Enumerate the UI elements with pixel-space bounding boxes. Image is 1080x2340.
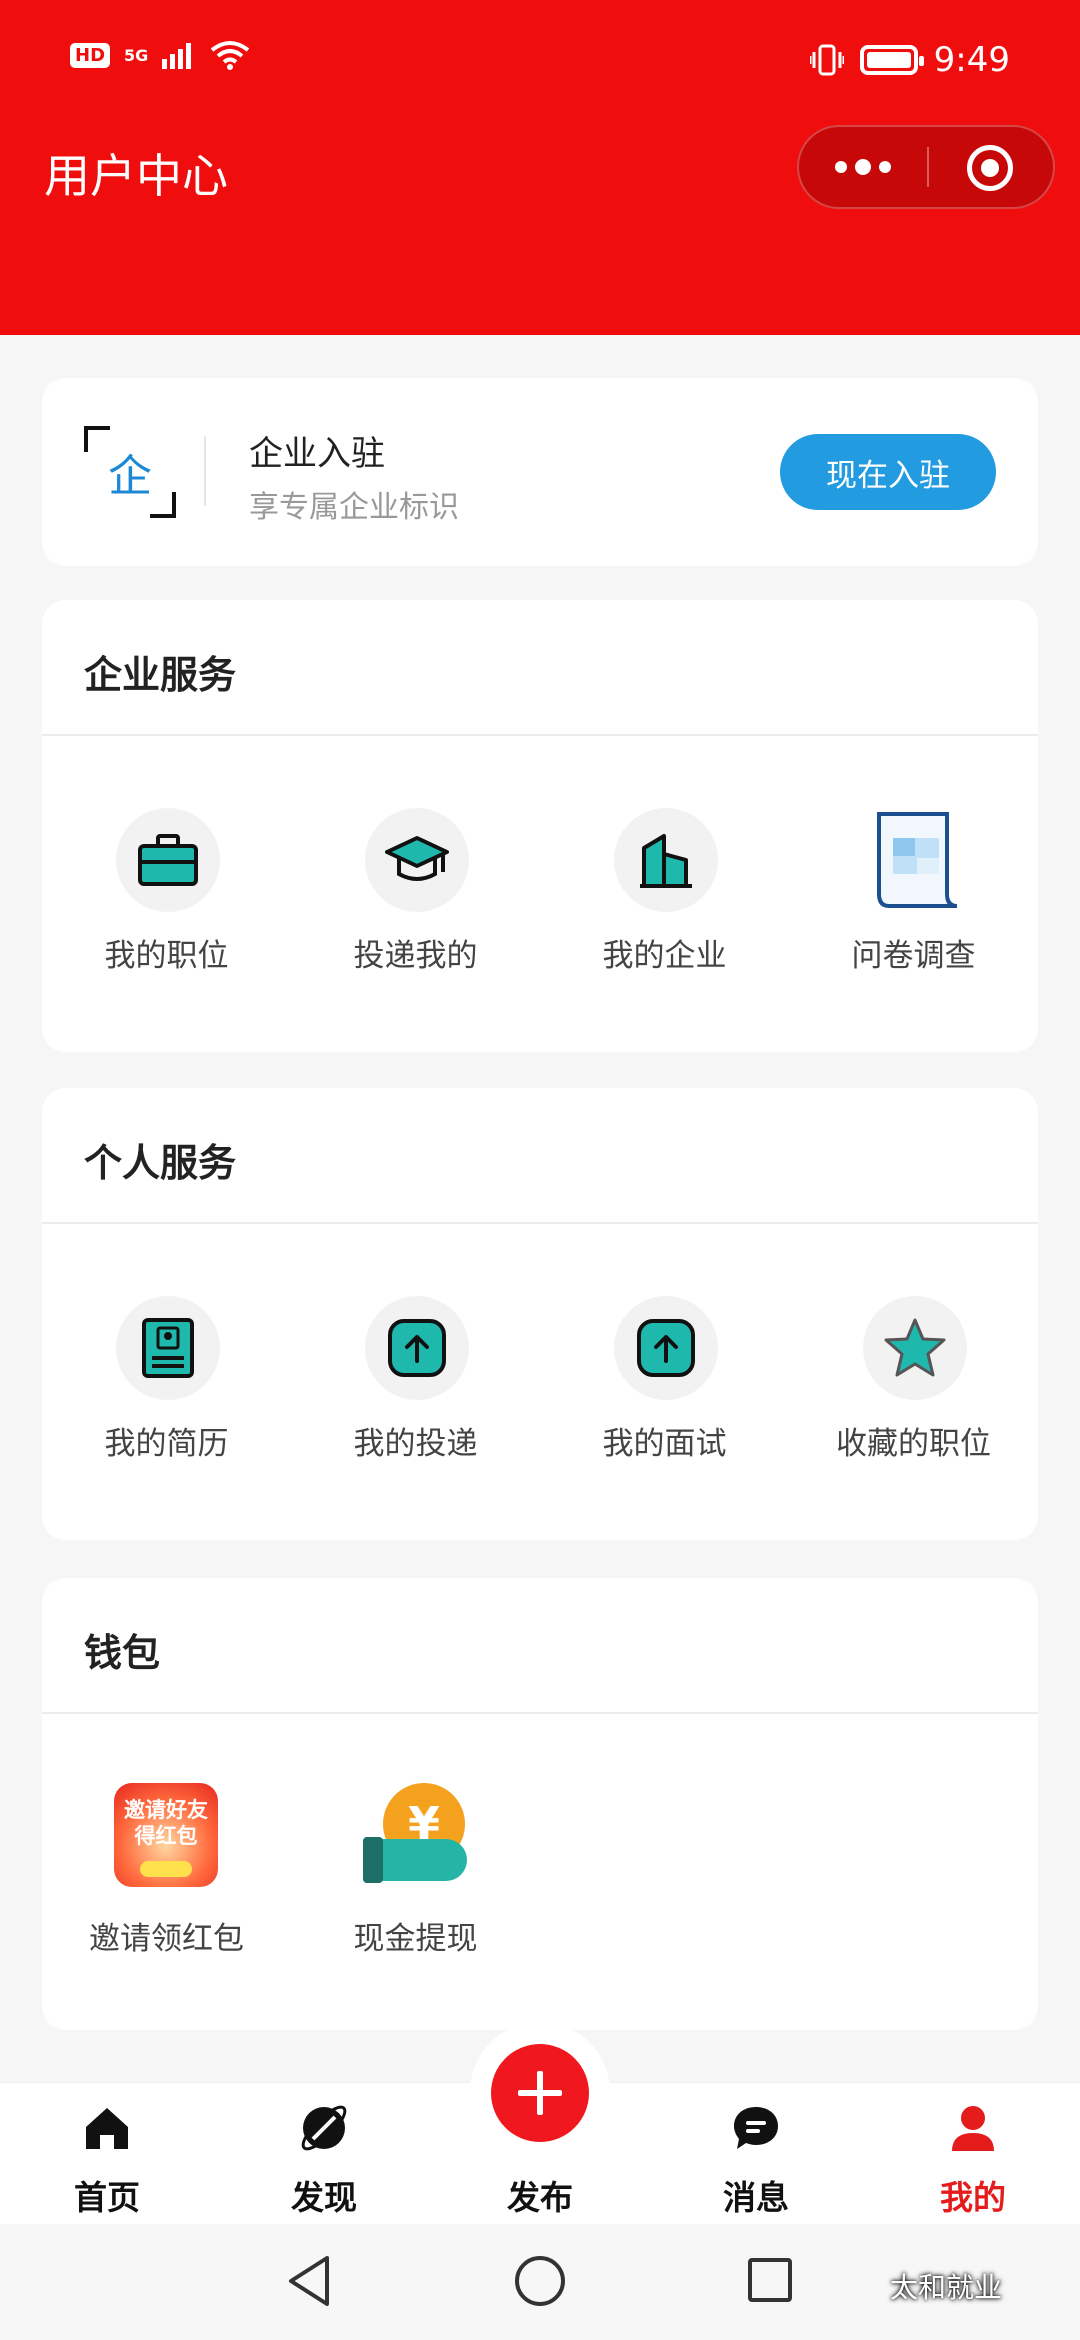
home-circle-icon[interactable]: [515, 2256, 565, 2306]
tab-label: 发现: [291, 2178, 357, 2217]
section-header: 企业服务: [42, 600, 1038, 736]
enterprise-frame-icon: 企: [84, 426, 176, 518]
join-title: 企业入驻: [249, 434, 385, 474]
wallet-item-label: 邀请领红包: [89, 1921, 244, 1957]
grid-item-label: 收藏的职位: [836, 1426, 991, 1462]
grid-item-label: 我的简历: [104, 1426, 229, 1462]
enterprise-services-card: 企业服务 我的职位 投递我的 我的企业 问卷调查: [42, 600, 1038, 1052]
clock: 9:49: [933, 40, 1010, 80]
building-icon: [614, 808, 718, 912]
tab-label: 发布: [507, 2178, 573, 2217]
section-title: 钱包: [84, 1631, 161, 1675]
app-header: HD 5G 9:49 用户中心: [0, 0, 1080, 335]
section-header: 个人服务: [42, 1088, 1038, 1224]
network-type: 5G: [124, 45, 149, 65]
wallet-item-label: 现金提现: [353, 1921, 478, 1957]
wallet-card: 钱包 邀请好友 得红包 邀请领红包 ¥ 现金提现: [42, 1578, 1038, 2030]
grid-item-label: 我的投递: [353, 1426, 478, 1462]
vibrate-icon: [809, 44, 844, 76]
survey-scroll-icon: [863, 808, 967, 912]
recent-apps-icon[interactable]: [748, 2258, 792, 2302]
grid-item-label: 我的面试: [602, 1426, 727, 1462]
tab-label: 我的: [940, 2178, 1006, 2217]
tab-label: 消息: [723, 2178, 789, 2217]
signal-icon: [162, 43, 192, 69]
wallet-item-cash-withdraw[interactable]: ¥ 现金提现: [291, 1783, 540, 2023]
grid-item-label: 我的企业: [602, 938, 727, 974]
personal-services-card: 个人服务 我的简历 我的投递 我的面试 收藏的职位: [42, 1088, 1038, 1540]
star-icon: [863, 1296, 967, 1400]
grid-item-label: 投递我的: [353, 938, 478, 974]
grid-item-label: 我的职位: [104, 938, 229, 974]
grid-item-my-company[interactable]: 我的企业: [540, 738, 789, 978]
grid-item-received-applications[interactable]: 投递我的: [291, 738, 540, 978]
close-target-icon[interactable]: [967, 145, 1013, 191]
back-icon[interactable]: [287, 2254, 331, 2308]
grid-item-my-interviews[interactable]: 我的面试: [540, 1226, 789, 1466]
grid-item-saved-jobs[interactable]: 收藏的职位: [789, 1226, 1038, 1466]
wifi-icon: [211, 41, 250, 70]
mini-program-capsule: [797, 125, 1055, 209]
publish-plus-button[interactable]: [491, 2044, 589, 2142]
grid-item-label: 问卷调查: [851, 938, 976, 974]
discover-icon: [301, 2105, 347, 2151]
hd-badge: HD: [70, 42, 111, 68]
capsule-divider: [927, 147, 929, 187]
grid-item-my-jobs[interactable]: 我的职位: [42, 738, 291, 978]
join-subtitle: 享专属企业标识: [249, 490, 459, 525]
section-title: 个人服务: [84, 1141, 237, 1185]
home-icon: [86, 2108, 128, 2149]
status-bar: HD 5G 9:49: [70, 40, 1010, 84]
watermark: 太和就业: [890, 2271, 1003, 2304]
tab-mine[interactable]: 我的: [883, 2083, 1063, 2225]
tab-messages[interactable]: 消息: [666, 2083, 846, 2225]
upload-arrow-icon: [365, 1296, 469, 1400]
section-header: 钱包: [42, 1578, 1038, 1714]
cash-withdraw-icon: ¥: [363, 1783, 473, 1893]
grid-item-my-resume[interactable]: 我的简历: [42, 1226, 291, 1466]
red-packet-icon: 邀请好友 得红包: [114, 1783, 218, 1887]
enterprise-join-card: 企 企业入驻 享专属企业标识 现在入驻: [42, 378, 1038, 566]
briefcase-icon: [116, 808, 220, 912]
join-now-button[interactable]: 现在入驻: [780, 434, 996, 510]
user-icon: [952, 2106, 994, 2151]
wallet-item-invite-red-packet[interactable]: 邀请好友 得红包 邀请领红包: [42, 1783, 291, 2023]
tab-label: 首页: [74, 2178, 140, 2217]
battery-icon: [859, 45, 924, 75]
resume-icon: [116, 1296, 220, 1400]
tab-discover[interactable]: 发现: [234, 2083, 414, 2225]
more-dots-icon[interactable]: [799, 127, 927, 207]
system-nav-bar: 太和就业: [0, 2224, 1080, 2340]
section-title: 企业服务: [84, 653, 237, 697]
join-divider: [204, 436, 206, 506]
message-icon: [734, 2107, 778, 2149]
tab-home[interactable]: 首页: [17, 2083, 197, 2225]
graduation-cap-icon: [365, 808, 469, 912]
page-title: 用户中心: [44, 149, 228, 203]
grid-item-survey[interactable]: 问卷调查: [789, 738, 1038, 978]
upload-arrow-icon: [614, 1296, 718, 1400]
grid-item-my-applications[interactable]: 我的投递: [291, 1226, 540, 1466]
